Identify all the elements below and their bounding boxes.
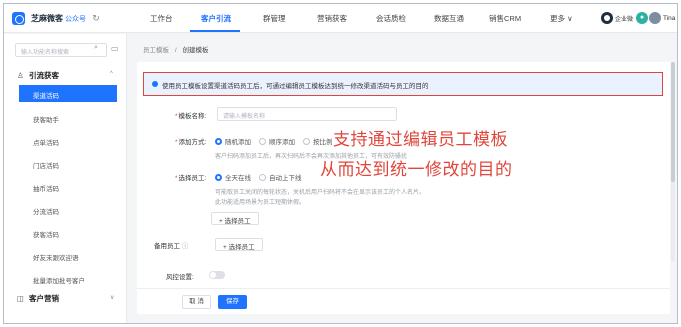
sidebar-group-label: 引流获客 <box>29 71 59 80</box>
risk-control-label: 风控设置: <box>166 274 194 281</box>
scrollbar-thumb[interactable] <box>671 62 675 182</box>
breadcrumb-separator: / <box>174 47 177 54</box>
nav-active-indicator <box>190 30 240 32</box>
account-type-link[interactable]: 公众号 <box>65 14 86 24</box>
nav-data-interop[interactable]: 数据互通 <box>434 13 464 24</box>
user-menu[interactable]: Tina ∨ <box>663 14 677 22</box>
nav-marketing[interactable]: 营销获客 <box>317 13 347 24</box>
label-text: 备用员工 <box>154 243 180 250</box>
info-icon <box>152 81 158 87</box>
annotation-line-1: 支持通过编辑员工模板 <box>333 130 508 150</box>
sidebar-item-order-qrcode[interactable]: 点单活码 <box>19 132 117 149</box>
sidebar-item-store-qrcode[interactable]: 门店活码 <box>19 155 117 172</box>
sidebar-item-split-qrcode[interactable]: 分流活码 <box>19 201 117 218</box>
add-method-label: *添加方式: <box>175 139 207 146</box>
radio-ratio-add[interactable]: 按比例 <box>303 136 333 146</box>
refresh-icon[interactable]: ↻ <box>90 12 102 24</box>
staff-help-line1: 可能取员工关闭的每轮状态，关机后用户扫码将不会在显示该员工的个人名片。 <box>215 190 426 196</box>
sidebar-group-label: 客户营销 <box>29 294 59 303</box>
nav-group-management[interactable]: 群管理 <box>263 13 286 24</box>
risk-control-toggle[interactable] <box>209 271 225 279</box>
search-icon[interactable]: ⌕ <box>94 44 98 52</box>
breadcrumb: 员工模板 / 创建模板 <box>143 44 208 54</box>
notification-icon[interactable]: ● <box>636 12 648 24</box>
sidebar: 输入功能名称搜索 ⌕ ▭ ♙ 引流获客 ^ 渠道活码 获客助手 点单活码 门店活码… <box>4 34 127 323</box>
nav-sales-crm[interactable]: 销售CRM <box>489 13 521 24</box>
brand-name: 芝麻微客 <box>31 14 63 23</box>
sidebar-group-marketing[interactable]: ◫ 客户营销 <box>17 293 59 304</box>
template-name-label: *模板名称: <box>175 113 207 120</box>
radio-auto-online[interactable]: 自动上下线 <box>259 172 302 182</box>
save-button[interactable]: 保存 <box>218 295 247 309</box>
brand-logo-icon <box>12 12 25 25</box>
radio-label: 顺序添加 <box>269 139 295 146</box>
avatar[interactable] <box>649 12 661 24</box>
sidebar-item-welcome-message[interactable]: 好友未跟欢迎语 <box>19 247 117 264</box>
radio-label: 自动上下线 <box>269 175 302 182</box>
form-footer: 取 消 保存 <box>137 288 670 314</box>
label-text: 添加方式: <box>178 139 207 146</box>
radio-all-day-online[interactable]: 全天在线 <box>215 172 251 182</box>
sidebar-item-acquire-qrcode[interactable]: 获客活码 <box>19 224 117 241</box>
workspace-logo-icon <box>601 12 613 24</box>
sidebar-item-channel-qrcode[interactable]: 渠道活码 <box>19 85 117 102</box>
sidebar-item-acquisition-assistant[interactable]: 获客助手 <box>19 109 117 126</box>
radio-sequential-add[interactable]: 顺序添加 <box>259 136 295 146</box>
breadcrumb-parent[interactable]: 员工模板 <box>143 47 169 54</box>
app-window: 芝麻微客 公众号 ↻ 工作台 客户引流 群管理 营销获客 会话质检 数据互通 销… <box>3 3 678 324</box>
user-icon: ♙ <box>17 71 24 80</box>
sidebar-group-acquisition[interactable]: ♙ 引流获客 <box>17 70 59 81</box>
radio-label: 全天在线 <box>225 175 251 182</box>
content-scrollbar[interactable] <box>671 62 675 262</box>
sidebar-item-batch-add[interactable]: 批量添加批号客户 <box>19 270 117 287</box>
annotation-line-2: 从而达到统一修改的目的 <box>320 160 513 180</box>
label-text: 选择员工: <box>178 175 207 182</box>
radio-label: 随机添加 <box>225 139 251 146</box>
select-staff-button[interactable]: + 选择员工 <box>211 212 259 225</box>
nav-workbench[interactable]: 工作台 <box>150 13 173 24</box>
backup-staff-label: 备用员工 ⓘ <box>154 240 188 250</box>
info-notice: 使用员工模板设置渠道活码员工后，可通过编辑员工模板达到统一修改渠道活码与员工的目… <box>143 72 663 96</box>
cancel-button[interactable]: 取 消 <box>182 295 211 309</box>
create-template-form: 使用员工模板设置渠道活码员工后，可通过编辑员工模板达到统一修改渠道活码与员工的目… <box>137 62 670 314</box>
select-staff-label: *选择员工: <box>175 175 207 182</box>
staff-help-line2: 此功能适用场景为员工短期休假。 <box>215 200 306 206</box>
collapse-sidebar-icon[interactable]: ▭ <box>111 44 119 53</box>
sidebar-item-coin-qrcode[interactable]: 抽币活码 <box>19 178 117 195</box>
radio-label: 按比例 <box>313 139 333 146</box>
radio-random-add[interactable]: 随机添加 <box>215 136 251 146</box>
notice-text: 使用员工模板设置渠道活码员工后，可通过编辑员工模板达到统一修改渠道活码与员工的目… <box>162 83 429 90</box>
top-navbar: 芝麻微客 公众号 ↻ 工作台 客户引流 群管理 营销获客 会话质检 数据互通 销… <box>4 4 677 33</box>
workspace-name[interactable]: 企业微 <box>615 14 633 23</box>
nav-more[interactable]: 更多 ∨ <box>550 13 573 24</box>
nav-session-quality[interactable]: 会话质检 <box>376 13 406 24</box>
chevron-down-icon[interactable]: ∨ <box>110 294 114 301</box>
help-circle-icon[interactable]: ⓘ <box>182 243 189 250</box>
template-name-input[interactable]: 请输入模板名称 <box>217 107 397 121</box>
backup-staff-button[interactable]: + 选择员工 <box>215 238 263 251</box>
label-text: 模板名称: <box>178 113 207 120</box>
breadcrumb-current: 创建模板 <box>182 47 209 54</box>
chevron-up-icon[interactable]: ^ <box>110 71 113 77</box>
nav-customer-acquisition[interactable]: 客户引流 <box>201 13 231 24</box>
bookmark-icon: ◫ <box>17 294 25 303</box>
